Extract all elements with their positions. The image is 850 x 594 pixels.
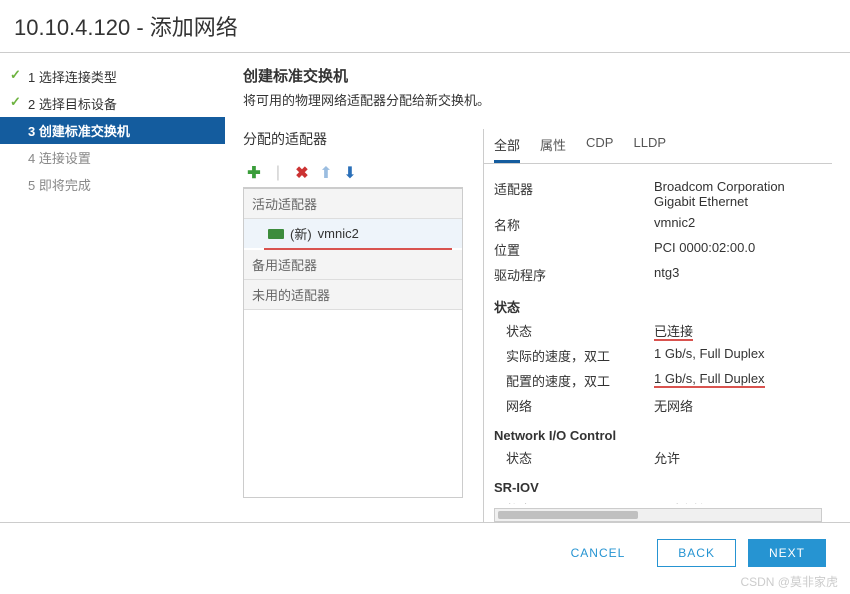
label-network: 网络 [494, 396, 654, 415]
label-sriov-status: 状态 [494, 500, 654, 504]
value-network: 无网络 [654, 396, 822, 415]
cancel-button[interactable]: CANCEL [551, 540, 646, 566]
step-subtitle: 将可用的物理网络适配器分配给新交换机。 [243, 90, 832, 109]
value-status: 已连接 [654, 321, 822, 340]
wizard-steps: 1 选择连接类型 2 选择目标设备 3 创建标准交换机 4 连接设置 5 即将完… [0, 53, 225, 522]
adapters-label: 分配的适配器 [243, 129, 463, 149]
watermark: CSDN @莫非家虎 [0, 573, 850, 594]
page-title: 10.10.4.120 - 添加网络 [0, 0, 850, 52]
nic-icon [268, 229, 284, 239]
value-driver: ntg3 [654, 265, 822, 284]
adapter-name: vmnic2 [318, 226, 359, 241]
step-title: 创建标准交换机 [243, 65, 832, 86]
label-config: 配置的速度，双工 [494, 371, 654, 390]
tab-all[interactable]: 全部 [494, 129, 520, 163]
label-driver: 驱动程序 [494, 265, 654, 284]
label-nioc-status: 状态 [494, 448, 654, 467]
detail-body[interactable]: 适配器Broadcom Corporation Gigabit Ethernet… [484, 164, 832, 504]
group-nioc: Network I/O Control [494, 428, 822, 443]
group-active[interactable]: 活动适配器 [244, 189, 462, 219]
arrow-down-icon[interactable]: ⬇ [341, 163, 359, 183]
step-4: 4 连接设置 [0, 144, 225, 171]
main-panel: 创建标准交换机 将可用的物理网络适配器分配给新交换机。 分配的适配器 ✚ | ✖… [225, 53, 850, 522]
step-3[interactable]: 3 创建标准交换机 [0, 117, 225, 144]
group-sriov: SR-IOV [494, 480, 822, 495]
separator: | [269, 164, 287, 182]
value-sriov-status: 不受支持 [654, 500, 822, 504]
step-2[interactable]: 2 选择目标设备 [0, 90, 225, 117]
value-name: vmnic2 [654, 215, 822, 234]
value-adapter: Broadcom Corporation Gigabit Ethernet [654, 179, 822, 209]
label-adapter: 适配器 [494, 179, 654, 209]
add-icon[interactable]: ✚ [245, 163, 263, 183]
adapters-panel: 分配的适配器 ✚ | ✖ ⬆ ⬇ 活动适配器 (新) vmnic2 [243, 129, 463, 522]
step-5: 5 即将完成 [0, 171, 225, 198]
group-standby[interactable]: 备用适配器 [244, 250, 462, 280]
horizontal-scrollbar[interactable] [494, 508, 822, 522]
detail-tabs: 全部 属性 CDP LLDP [484, 129, 832, 164]
value-location: PCI 0000:02:00.0 [654, 240, 822, 259]
tab-lldp[interactable]: LLDP [633, 129, 666, 163]
label-location: 位置 [494, 240, 654, 259]
adapter-item-vmnic2[interactable]: (新) vmnic2 [244, 219, 462, 248]
label-actual: 实际的速度，双工 [494, 346, 654, 365]
footer-buttons: CANCEL BACK NEXT [0, 522, 850, 573]
step-1[interactable]: 1 选择连接类型 [0, 63, 225, 90]
content-area: 1 选择连接类型 2 选择目标设备 3 创建标准交换机 4 连接设置 5 即将完… [0, 53, 850, 522]
group-status: 状态 [494, 297, 822, 316]
group-unused[interactable]: 未用的适配器 [244, 280, 462, 310]
details-panel: 全部 属性 CDP LLDP 适配器Broadcom Corporation G… [483, 129, 832, 522]
adapter-list: 活动适配器 (新) vmnic2 备用适配器 未用的适配器 [243, 188, 463, 498]
next-button[interactable]: NEXT [748, 539, 826, 567]
value-config: 1 Gb/s, Full Duplex [654, 371, 822, 390]
label-name: 名称 [494, 215, 654, 234]
back-button[interactable]: BACK [657, 539, 736, 567]
adapter-toolbar: ✚ | ✖ ⬆ ⬇ [243, 159, 463, 188]
remove-icon[interactable]: ✖ [293, 163, 311, 183]
value-nioc-status: 允许 [654, 448, 822, 467]
label-status: 状态 [494, 321, 654, 340]
value-actual: 1 Gb/s, Full Duplex [654, 346, 822, 365]
arrow-up-icon[interactable]: ⬆ [317, 163, 335, 183]
tab-cdp[interactable]: CDP [586, 129, 613, 163]
tab-properties[interactable]: 属性 [540, 129, 566, 163]
lower-panels: 分配的适配器 ✚ | ✖ ⬆ ⬇ 活动适配器 (新) vmnic2 [243, 129, 832, 522]
adapter-prefix: (新) [290, 224, 312, 243]
